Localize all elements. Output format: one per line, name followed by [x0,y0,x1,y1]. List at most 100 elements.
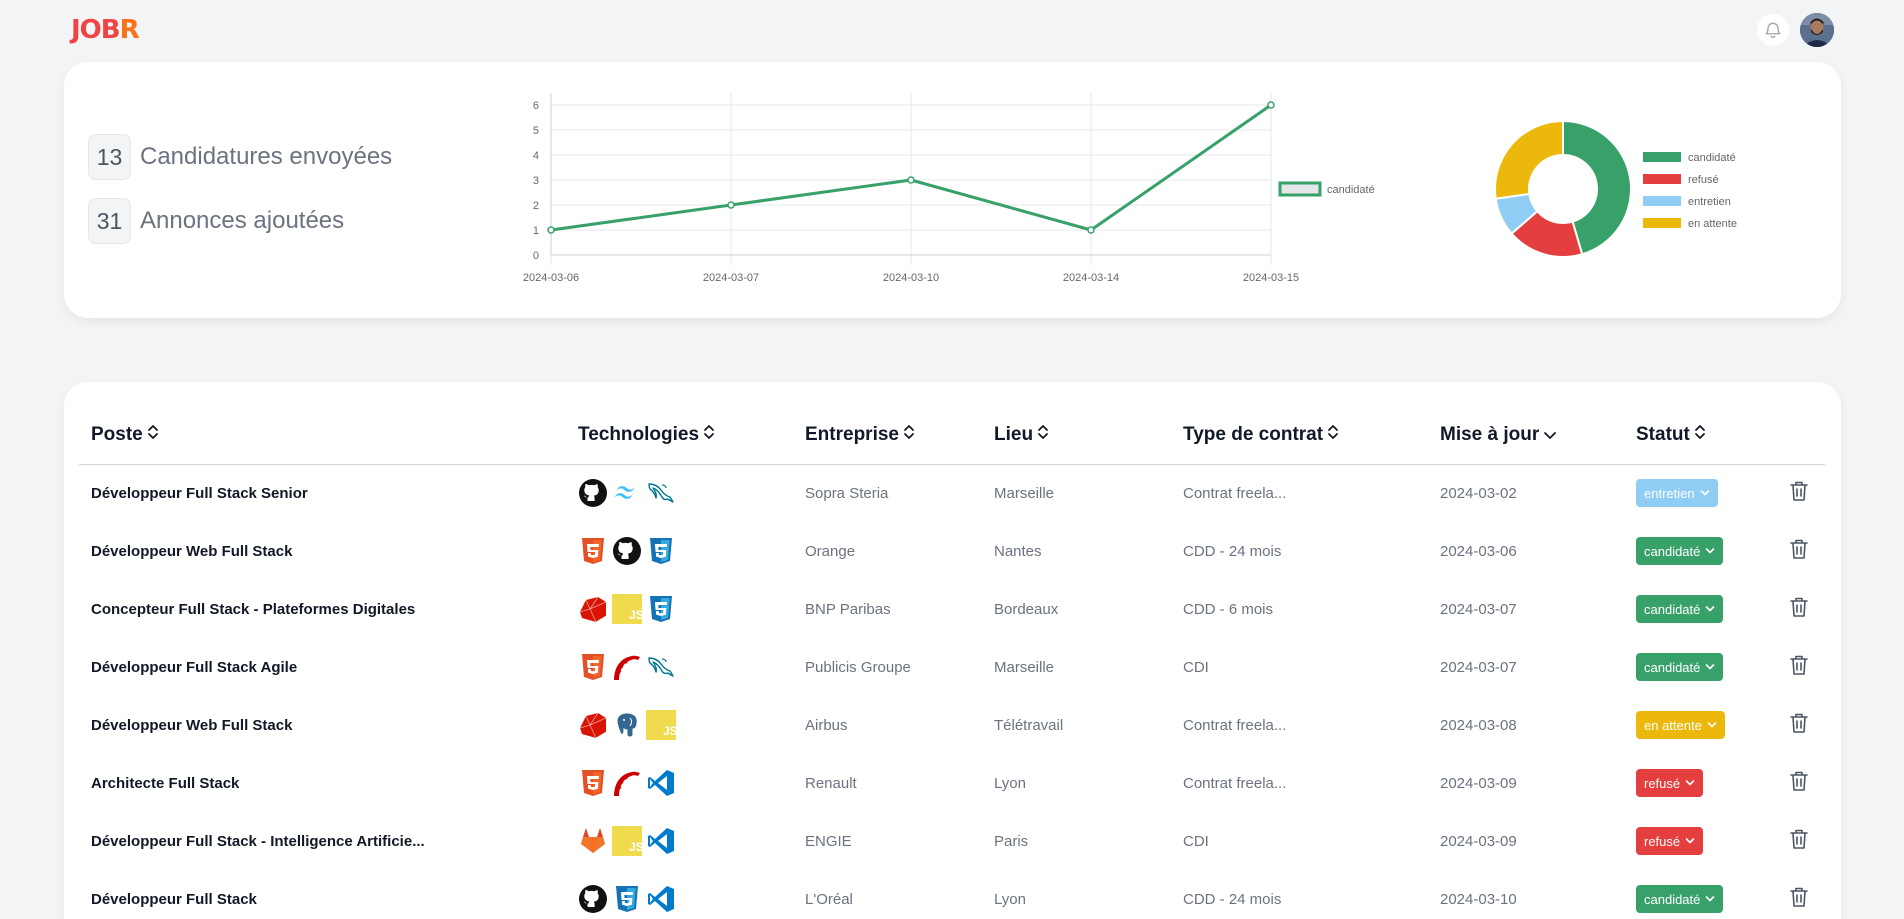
company-name: ENGIE [805,832,852,850]
postgresql-icon [612,710,642,740]
trash-icon[interactable] [1789,770,1809,796]
technologies-cell: JS [566,812,793,870]
column-header[interactable]: Lieu [982,406,1171,465]
updated-date: 2024-03-07 [1440,600,1517,618]
technologies-cell [566,638,793,696]
donut-chart: candidaté refusé entretien en attente [1494,119,1737,258]
github-icon [612,536,642,566]
column-header[interactable]: Type de contrat [1171,406,1428,465]
status-cell: refusé [1624,754,1777,812]
company-name: Renault [805,774,857,792]
trash-icon[interactable] [1789,654,1809,680]
status-cell: candidaté [1624,580,1777,638]
legend-label[interactable]: refusé [1688,174,1719,186]
column-header[interactable]: Statut [1624,406,1777,465]
table-row[interactable]: Développeur Web Full Stack Orange Nantes CD… [79,522,1825,580]
sort-icon[interactable] [1694,424,1706,446]
chevron-down-icon [1705,663,1715,671]
notifications-button[interactable] [1757,14,1789,46]
actions-cell [1777,464,1825,522]
contract-type: CDI [1183,832,1209,850]
status-dropdown[interactable]: refusé [1636,827,1704,855]
contract-type: Contrat freela... [1183,484,1287,502]
column-header-label: Statut [1636,423,1690,445]
table-row[interactable]: Développeur Full Stack Agile Publicis Gro… [79,638,1825,696]
donut-slice[interactable] [1494,119,1564,200]
trash-icon[interactable] [1789,886,1809,912]
sort-icon[interactable] [1327,424,1339,446]
job-title: Développeur Web Full Stack [91,542,293,560]
status-dropdown[interactable]: candidaté [1636,537,1724,565]
css3-icon [646,594,676,624]
legend-label[interactable]: candidaté [1688,152,1736,164]
status-label: entretien [1644,485,1695,501]
table-row[interactable]: Développeur Web Full Stack JS Airbus Télétr… [79,696,1825,754]
status-label: refusé [1644,775,1681,791]
mysql-icon [646,478,676,508]
actions-cell [1777,754,1825,812]
column-header[interactable]: Mise à jour [1428,406,1624,465]
trash-icon[interactable] [1789,538,1809,564]
status-dropdown[interactable]: candidaté [1636,653,1724,681]
applications-table: Poste Technologies Entreprise Lieu Type de c… [79,406,1825,919]
legend-label[interactable]: entretien [1688,196,1731,208]
technologies-cell [566,464,793,522]
chevron-down-icon [1707,721,1717,729]
status-dropdown[interactable]: en attente [1636,711,1725,739]
tailwind-icon [612,478,642,508]
updated-date: 2024-03-02 [1440,484,1517,502]
status-label: candidaté [1644,601,1701,617]
technologies-cell: JS [566,580,793,638]
sort-desc-icon[interactable] [1543,424,1557,446]
applications-table-card: Poste Technologies Entreprise Lieu Type de c… [64,382,1841,919]
contract-type: CDD - 24 mois [1183,542,1282,560]
table-row[interactable]: Développeur Full Stack - Intelligence Ar… [79,812,1825,870]
company-name: Airbus [805,716,848,734]
column-header[interactable]: Poste [79,406,566,465]
table-row[interactable]: Développeur Full Stack Senior Sopra Steri… [79,464,1825,522]
column-header-label: Poste [91,423,143,445]
status-dropdown[interactable]: entretien [1636,479,1718,508]
column-header[interactable]: Technologies [566,406,793,465]
table-row[interactable]: Architecte Full Stack Renault Lyon Contrat … [79,754,1825,812]
trash-icon[interactable] [1789,480,1809,506]
status-label: refusé [1644,833,1681,849]
sort-icon[interactable] [147,424,159,446]
table-row[interactable]: Concepteur Full Stack - Plateformes Digi… [79,580,1825,638]
legend-swatch [1643,218,1681,228]
status-dropdown[interactable]: candidaté [1636,885,1724,913]
technologies-cell [566,870,793,919]
trash-icon[interactable] [1789,596,1809,622]
column-header[interactable]: Entreprise [793,406,982,465]
avatar[interactable] [1800,13,1834,47]
sort-icon[interactable] [903,424,915,446]
updated-date: 2024-03-06 [1440,542,1517,560]
chevron-down-icon [1705,547,1715,555]
html5-icon [578,652,608,682]
bell-icon [1765,22,1781,38]
table-row[interactable]: Développeur Full Stack L'Oréal Lyon CDD - 2… [79,870,1825,919]
status-dropdown[interactable]: refusé [1636,769,1704,797]
rails-icon [612,652,642,682]
legend-swatch [1643,152,1681,162]
trash-icon[interactable] [1789,828,1809,854]
ruby-icon [578,710,608,740]
status-cell: en attente [1624,696,1777,754]
status-label: en attente [1644,717,1702,733]
location: Paris [994,832,1029,850]
svg-text:JS: JS [629,840,642,854]
legend-label[interactable]: en attente [1688,218,1737,230]
sort-icon[interactable] [1037,424,1049,446]
updated-date: 2024-03-07 [1440,658,1517,676]
github-icon [578,884,608,914]
job-title: Développeur Web Full Stack [91,716,293,734]
actions-header [1777,406,1825,465]
technologies-cell [566,522,793,580]
rails-icon [612,768,642,798]
status-dropdown[interactable]: candidaté [1636,595,1724,623]
status-cell: candidaté [1624,870,1777,919]
logo[interactable]: JOBR [71,14,140,46]
trash-icon[interactable] [1789,712,1809,738]
contract-type: CDD - 24 mois [1183,890,1282,908]
sort-icon[interactable] [703,424,715,446]
